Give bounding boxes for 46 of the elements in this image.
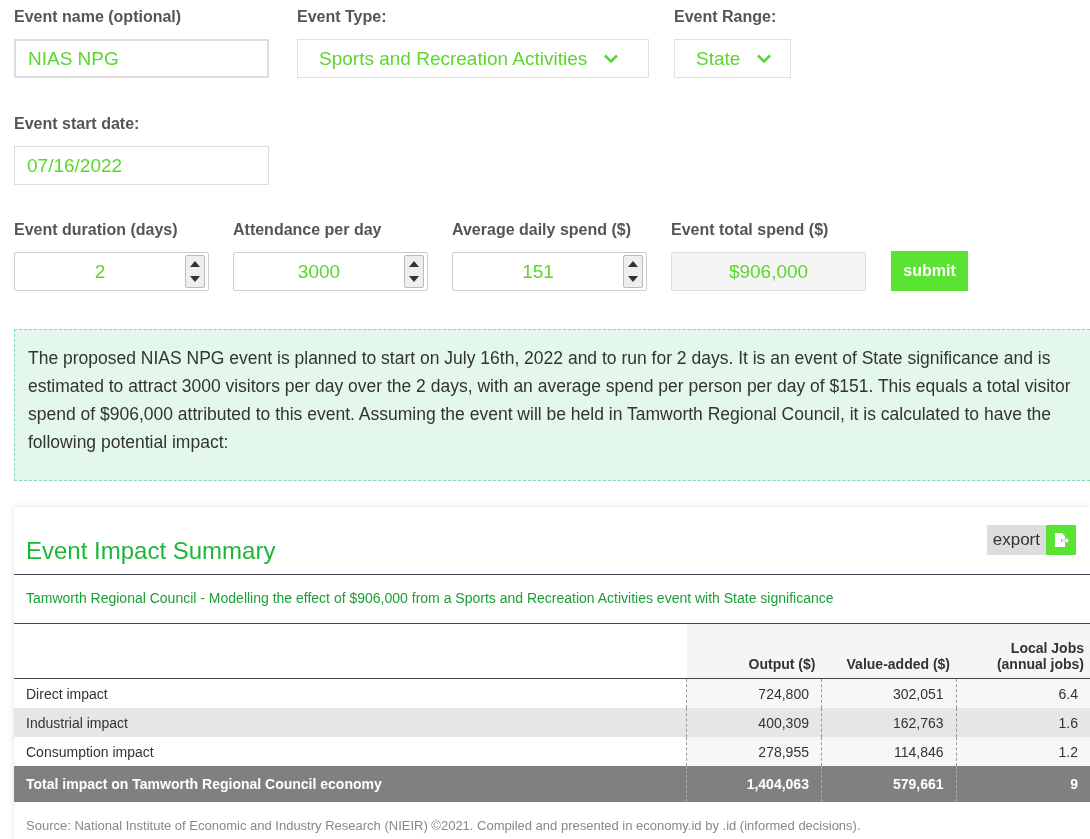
date-field[interactable]: 07/16/2022 bbox=[14, 146, 269, 185]
table-cell: Direct impact bbox=[14, 678, 687, 708]
number-field[interactable]: 3000 bbox=[233, 252, 428, 291]
field-label: Event start date: bbox=[14, 114, 141, 134]
total-spend-field: $906,000 bbox=[671, 252, 866, 291]
event-name-field[interactable]: NIAS NPG bbox=[14, 39, 269, 78]
field-label: Event Type: bbox=[297, 7, 388, 27]
table-cell: 400,309 bbox=[686, 708, 822, 737]
table-cell: 1,404,063 bbox=[686, 766, 822, 802]
table-cell: 579,661 bbox=[821, 766, 956, 802]
event-range-dropdown[interactable]: State bbox=[674, 39, 792, 78]
field-label: Average daily spend ($) bbox=[452, 220, 633, 240]
table-cell: 1.6 bbox=[956, 708, 1090, 737]
table-cell: 302,051 bbox=[821, 678, 956, 708]
spinner-icon[interactable] bbox=[185, 255, 205, 288]
field-label: Event duration (days) bbox=[14, 220, 179, 240]
column-header: Value-added ($) bbox=[821, 624, 956, 679]
spinner-icon[interactable] bbox=[623, 255, 643, 288]
table-cell: 9 bbox=[956, 766, 1090, 802]
source-note: Source: National Institute of Economic and Industry Research (NIEIR) ©2021. Compiled and presented in economy.id by .id (informed decisions). bbox=[25, 817, 862, 833]
submit-button[interactable]: submit bbox=[891, 251, 968, 291]
export-button[interactable]: export bbox=[986, 525, 1076, 555]
number-field[interactable]: 2 bbox=[14, 252, 209, 291]
field-label: Event total spend ($) bbox=[671, 220, 830, 240]
table-cell: Total impact on Tamworth Regional Council economy bbox=[14, 766, 687, 802]
table-cell: 278,955 bbox=[686, 737, 822, 766]
event-type-dropdown[interactable]: Sports and Recreation Activities bbox=[297, 39, 649, 78]
spinner-icon[interactable] bbox=[404, 255, 424, 288]
field-label: Event name (optional) bbox=[14, 7, 183, 27]
export-icon bbox=[1046, 525, 1076, 555]
summary-paragraph: The proposed NIAS NPG event is planned to start on July 16th, 2022 and to run for 2 days. It is an event of State significance and is estimated to attract 3000 visitors per day over the 2 days, with an average spend per person per day of $151. This equals a total visitor spend of $906,000 attributed to this event. Assuming the event will be held in Tamworth Regional Council, it is calculated to have the following potential impact: bbox=[28, 347, 1072, 454]
column-header: Local Jobs (annual jobs) bbox=[956, 624, 1090, 679]
table-cell: 162,763 bbox=[821, 708, 956, 737]
chevron-down-icon bbox=[603, 53, 620, 64]
table-cell: Industrial impact bbox=[14, 708, 687, 737]
column-header: Output ($) bbox=[686, 624, 822, 679]
table-cell: 114,846 bbox=[821, 737, 956, 766]
chevron-down-icon bbox=[756, 53, 773, 64]
table-cell: 724,800 bbox=[686, 678, 822, 708]
table-cell: 1.2 bbox=[956, 737, 1090, 766]
card-title: Event Impact Summary bbox=[26, 537, 276, 565]
number-field[interactable]: 151 bbox=[452, 252, 647, 291]
table-cell: Consumption impact bbox=[14, 737, 687, 766]
table-cell: 6.4 bbox=[956, 678, 1090, 708]
field-label: Event Range: bbox=[674, 7, 778, 27]
field-label: Attendance per day bbox=[233, 220, 383, 240]
